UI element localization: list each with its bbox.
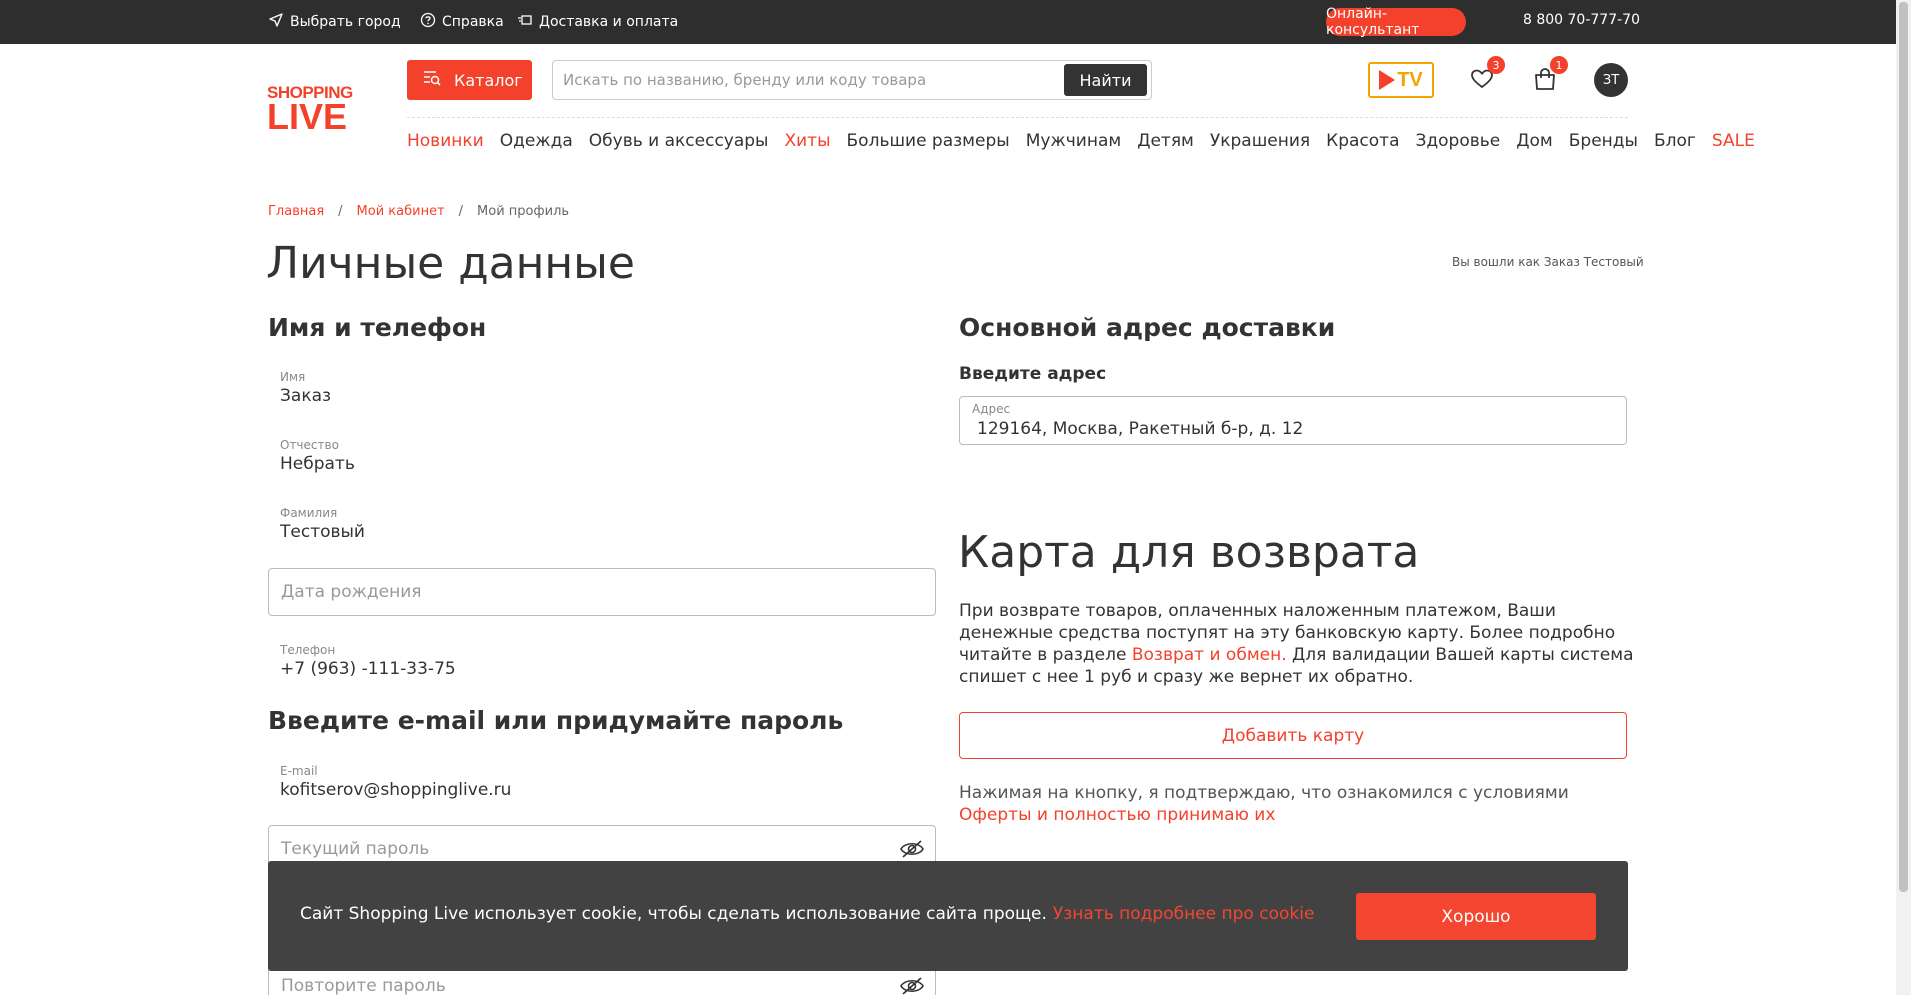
email-field[interactable]: E-mail kofitserov@shoppinglive.ru bbox=[268, 764, 936, 800]
favorites-count-badge: 3 bbox=[1487, 56, 1505, 74]
tv-label: TV bbox=[1397, 68, 1423, 91]
phone-number[interactable]: 8 800 70-777-70 bbox=[1523, 12, 1640, 28]
first-name-value: Заказ bbox=[280, 386, 332, 406]
phone-label: Телефон bbox=[280, 643, 336, 657]
search-input[interactable] bbox=[563, 61, 1043, 99]
phone-field[interactable]: Телефон +7 (963) -111-33-75 bbox=[268, 643, 936, 679]
email-label: E-mail bbox=[280, 764, 318, 778]
city-selector-label: Выбрать город bbox=[290, 14, 401, 30]
logged-in-as: Вы вошли как Заказ Тестовый bbox=[1452, 255, 1644, 269]
eye-slash-icon[interactable] bbox=[899, 975, 925, 995]
logo-bottom-text: LIVE bbox=[267, 96, 348, 137]
address-input[interactable]: Адрес 129164, Москва, Ракетный б-р, д. 1… bbox=[959, 396, 1627, 445]
credentials-heading: Введите e-mail или придумайте пароль bbox=[268, 706, 844, 735]
terms-text-before: Нажимая на кнопку, я подтверждаю, что оз… bbox=[959, 783, 1569, 803]
nav-item[interactable]: Дом bbox=[1516, 131, 1553, 151]
current-password-placeholder: Текущий пароль bbox=[281, 839, 430, 859]
nav-item[interactable]: Украшения bbox=[1210, 131, 1310, 151]
patronymic-value: Небрать bbox=[280, 454, 355, 474]
play-icon bbox=[1379, 70, 1396, 90]
return-exchange-link[interactable]: Возврат и обмен. bbox=[1132, 645, 1287, 665]
catalog-label: Каталог bbox=[454, 70, 523, 90]
birthdate-placeholder: Дата рождения bbox=[281, 582, 422, 602]
nav-item[interactable]: Красота bbox=[1326, 131, 1399, 151]
refund-card-title: Карта для возврата bbox=[958, 527, 1420, 578]
delivery-link[interactable]: Доставка и оплата bbox=[517, 12, 678, 32]
last-name-value: Тестовый bbox=[280, 522, 365, 542]
city-selector[interactable]: Выбрать город bbox=[268, 12, 401, 32]
nav-item[interactable]: Блог bbox=[1654, 131, 1696, 151]
breadcrumb-separator: / bbox=[338, 204, 343, 219]
cookie-accept-button[interactable]: Хорошо bbox=[1356, 893, 1596, 940]
tv-link[interactable]: TV bbox=[1368, 62, 1434, 98]
user-avatar[interactable]: ЗТ bbox=[1594, 63, 1628, 97]
breadcrumb: Главная / Мой кабинет / Мой профиль bbox=[268, 204, 569, 219]
delivery-address-heading: Основной адрес доставки bbox=[959, 313, 1336, 342]
add-card-button[interactable]: Добавить карту bbox=[959, 712, 1627, 759]
delivery-box-icon bbox=[517, 12, 533, 32]
cookie-banner: Сайт Shopping Live использует cookie, чт… bbox=[268, 861, 1628, 971]
address-label: Адрес bbox=[972, 402, 1011, 416]
nav-item[interactable]: Обувь и аксессуары bbox=[589, 131, 769, 151]
main-nav: Новинки Одежда Обувь и аксессуары Хиты Больш… bbox=[407, 131, 1771, 151]
enter-address-label: Введите адрес bbox=[959, 364, 1107, 384]
address-value: 129164, Москва, Ракетный б-р, д. 12 bbox=[977, 419, 1304, 439]
nav-item[interactable]: Бренды bbox=[1569, 131, 1638, 151]
breadcrumb-separator: / bbox=[458, 204, 464, 219]
breadcrumb-cabinet[interactable]: Мой кабинет bbox=[357, 204, 445, 219]
favorites-button[interactable]: 3 bbox=[1469, 56, 1505, 96]
offer-terms-link[interactable]: Оферты и полностью принимаю их bbox=[959, 805, 1275, 825]
delivery-label: Доставка и оплата bbox=[539, 14, 679, 30]
shopping-live-logo[interactable]: SHOPPING LIVE bbox=[267, 84, 360, 137]
cookie-more-link[interactable]: Узнать подробнее про cookie bbox=[1053, 904, 1315, 924]
question-circle-icon bbox=[420, 12, 436, 32]
last-name-field[interactable]: Фамилия Тестовый bbox=[268, 506, 936, 542]
search-button[interactable]: Найти bbox=[1064, 64, 1147, 96]
nav-item[interactable]: Детям bbox=[1137, 131, 1194, 151]
last-name-label: Фамилия bbox=[280, 506, 338, 520]
help-label: Справка bbox=[442, 14, 504, 30]
cart-count-badge: 1 bbox=[1550, 56, 1568, 74]
phone-value: +7 (963) -111-33-75 bbox=[280, 659, 456, 679]
catalog-menu-icon bbox=[422, 69, 442, 91]
online-consultant-button[interactable]: Онлайн-консультант bbox=[1326, 6, 1466, 38]
scrollbar-thumb[interactable] bbox=[1899, 2, 1908, 892]
nav-item[interactable]: Хиты bbox=[784, 131, 830, 151]
nav-item[interactable]: Большие размеры bbox=[847, 131, 1010, 151]
refund-card-description: При возврате товаров, оплаченных наложен… bbox=[959, 600, 1649, 688]
repeat-password-placeholder: Повторите пароль bbox=[281, 976, 446, 995]
nav-item[interactable]: Здоровье bbox=[1416, 131, 1501, 151]
nav-divider bbox=[407, 117, 1628, 118]
terms-notice: Нажимая на кнопку, я подтверждаю, что оз… bbox=[959, 782, 1599, 826]
scrollbar[interactable] bbox=[1896, 0, 1911, 995]
patronymic-field[interactable]: Отчество Небрать bbox=[268, 438, 936, 474]
page-title: Личные данные bbox=[266, 238, 635, 289]
cookie-message-text: Сайт Shopping Live использует cookie, чт… bbox=[300, 904, 1047, 924]
name-phone-heading: Имя и телефон bbox=[268, 313, 487, 342]
location-arrow-icon bbox=[268, 12, 284, 32]
nav-item[interactable]: SALE bbox=[1712, 131, 1755, 151]
catalog-button[interactable]: Каталог bbox=[407, 60, 532, 100]
nav-item[interactable]: Одежда bbox=[500, 131, 573, 151]
eye-slash-icon[interactable] bbox=[899, 838, 925, 860]
nav-item[interactable]: Мужчинам bbox=[1026, 131, 1122, 151]
first-name-field[interactable]: Имя Заказ bbox=[268, 370, 936, 406]
nav-item[interactable]: Новинки bbox=[407, 131, 484, 151]
patronymic-label: Отчество bbox=[280, 438, 339, 452]
first-name-label: Имя bbox=[280, 370, 306, 384]
cookie-message: Сайт Shopping Live использует cookie, чт… bbox=[300, 904, 1314, 924]
shopping-bag-icon bbox=[1532, 68, 1558, 96]
email-value: kofitserov@shoppinglive.ru bbox=[280, 780, 512, 800]
birthdate-input[interactable]: Дата рождения bbox=[268, 568, 936, 616]
heart-icon bbox=[1469, 69, 1495, 96]
top-bar: Выбрать город Справка Доставка и оплата … bbox=[0, 0, 1896, 44]
search-bar: Найти bbox=[552, 60, 1152, 100]
breadcrumb-current: Мой профиль bbox=[477, 204, 570, 219]
breadcrumb-home[interactable]: Главная bbox=[268, 204, 324, 219]
cart-button[interactable]: 1 bbox=[1532, 56, 1568, 96]
help-link[interactable]: Справка bbox=[420, 12, 504, 32]
